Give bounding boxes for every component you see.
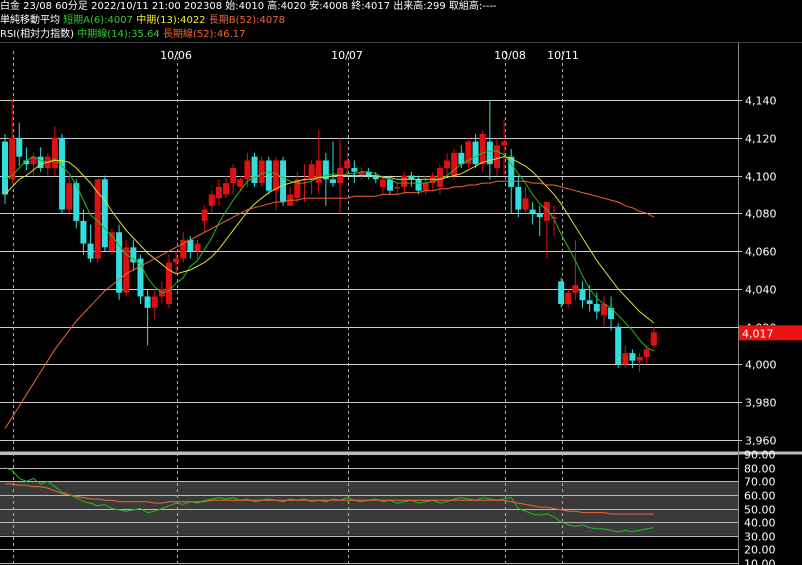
candle-body — [572, 285, 579, 293]
candle-body — [16, 137, 23, 157]
candle-body — [387, 179, 394, 191]
candle-body — [579, 288, 586, 301]
candle-body — [629, 353, 636, 361]
candle-body — [2, 141, 8, 195]
candle-body — [244, 160, 251, 180]
candle-body — [51, 137, 58, 168]
date-label: 10/06 — [160, 49, 192, 62]
candle-body — [237, 179, 244, 187]
price-tick-label: 4,140 — [745, 95, 777, 108]
price-tick-label: 4,060 — [745, 246, 777, 259]
candle-body — [144, 296, 151, 308]
candle-body — [408, 175, 415, 180]
candle-body — [586, 300, 593, 304]
price-tick-label: 4,120 — [745, 133, 777, 146]
candle-body — [472, 141, 479, 165]
candle-body — [329, 179, 336, 184]
price-tick-label: 4,080 — [745, 208, 777, 221]
candle-body — [280, 160, 287, 202]
candle-body — [650, 332, 657, 346]
candle-body — [493, 145, 500, 168]
rsi-tick-label: 20.00 — [744, 544, 776, 557]
candle-body — [116, 232, 123, 293]
rsi-tick-label: 70.00 — [744, 476, 776, 489]
candle-body — [479, 134, 486, 165]
rsi-tick-label: 60.00 — [744, 490, 776, 503]
candle-body — [558, 281, 565, 304]
candle-body — [108, 232, 115, 252]
candle-body — [201, 209, 208, 221]
price-tick-label: 4,040 — [745, 284, 777, 297]
candle-body — [308, 164, 315, 180]
candle-body — [515, 186, 522, 210]
candle-body — [444, 160, 451, 168]
candle-body — [615, 326, 622, 365]
candle-body — [522, 198, 529, 210]
candle-body — [194, 243, 201, 252]
candle-body — [565, 292, 572, 304]
last-price-label: 4,017 — [742, 327, 774, 340]
candle-body — [344, 160, 351, 168]
candle-body — [636, 356, 643, 361]
candle-body — [101, 179, 108, 248]
date-label: 10/07 — [331, 49, 363, 62]
candle-body — [223, 183, 230, 195]
candle-body — [173, 258, 180, 263]
candle-body — [643, 349, 650, 357]
rsi-tick-label: 90.00 — [744, 449, 776, 462]
candle-body — [151, 296, 158, 308]
candle-body — [543, 202, 550, 221]
candle-body — [208, 194, 215, 206]
price-tick-label: 4,000 — [745, 359, 777, 372]
price-tick-label: 3,960 — [745, 435, 777, 448]
candles-group — [2, 100, 657, 372]
candle-body — [351, 168, 358, 172]
candle-body — [394, 186, 401, 189]
price-tick-label: 4,100 — [745, 171, 777, 184]
candle-body — [80, 220, 87, 244]
candle-body — [87, 243, 94, 259]
candle-body — [436, 168, 443, 187]
rsi-neutral-band — [0, 481, 738, 536]
candle-body — [536, 213, 543, 218]
candle-body — [230, 168, 237, 184]
candle-body — [272, 160, 279, 191]
rsi-tick-label: 80.00 — [744, 463, 776, 476]
candle-body — [401, 175, 408, 187]
candle-body — [422, 183, 429, 191]
chart-canvas[interactable]: 3,9603,9804,0004,0204,0404,0604,0804,100… — [0, 0, 802, 565]
date-label: 10/11 — [547, 49, 579, 62]
rsi-tick-label: 40.00 — [744, 517, 776, 530]
candle-body — [66, 183, 73, 210]
candle-body — [501, 141, 508, 146]
candle-body — [379, 179, 386, 187]
candle-body — [622, 353, 629, 365]
candle-body — [258, 160, 265, 184]
price-tick-label: 3,980 — [745, 397, 777, 410]
candle-body — [251, 156, 258, 184]
rsi-tick-label: 50.00 — [744, 504, 776, 517]
candle-body — [315, 160, 322, 184]
candle-body — [215, 186, 222, 199]
rsi-tick-label: 10.00 — [744, 558, 776, 565]
candle-body — [59, 137, 66, 210]
rsi-tick-label: 30.00 — [744, 531, 776, 544]
candle-body — [415, 179, 422, 191]
candle-body — [529, 209, 536, 214]
candle-body — [593, 304, 600, 312]
candle-body — [265, 160, 272, 191]
date-label: 10/08 — [494, 49, 526, 62]
